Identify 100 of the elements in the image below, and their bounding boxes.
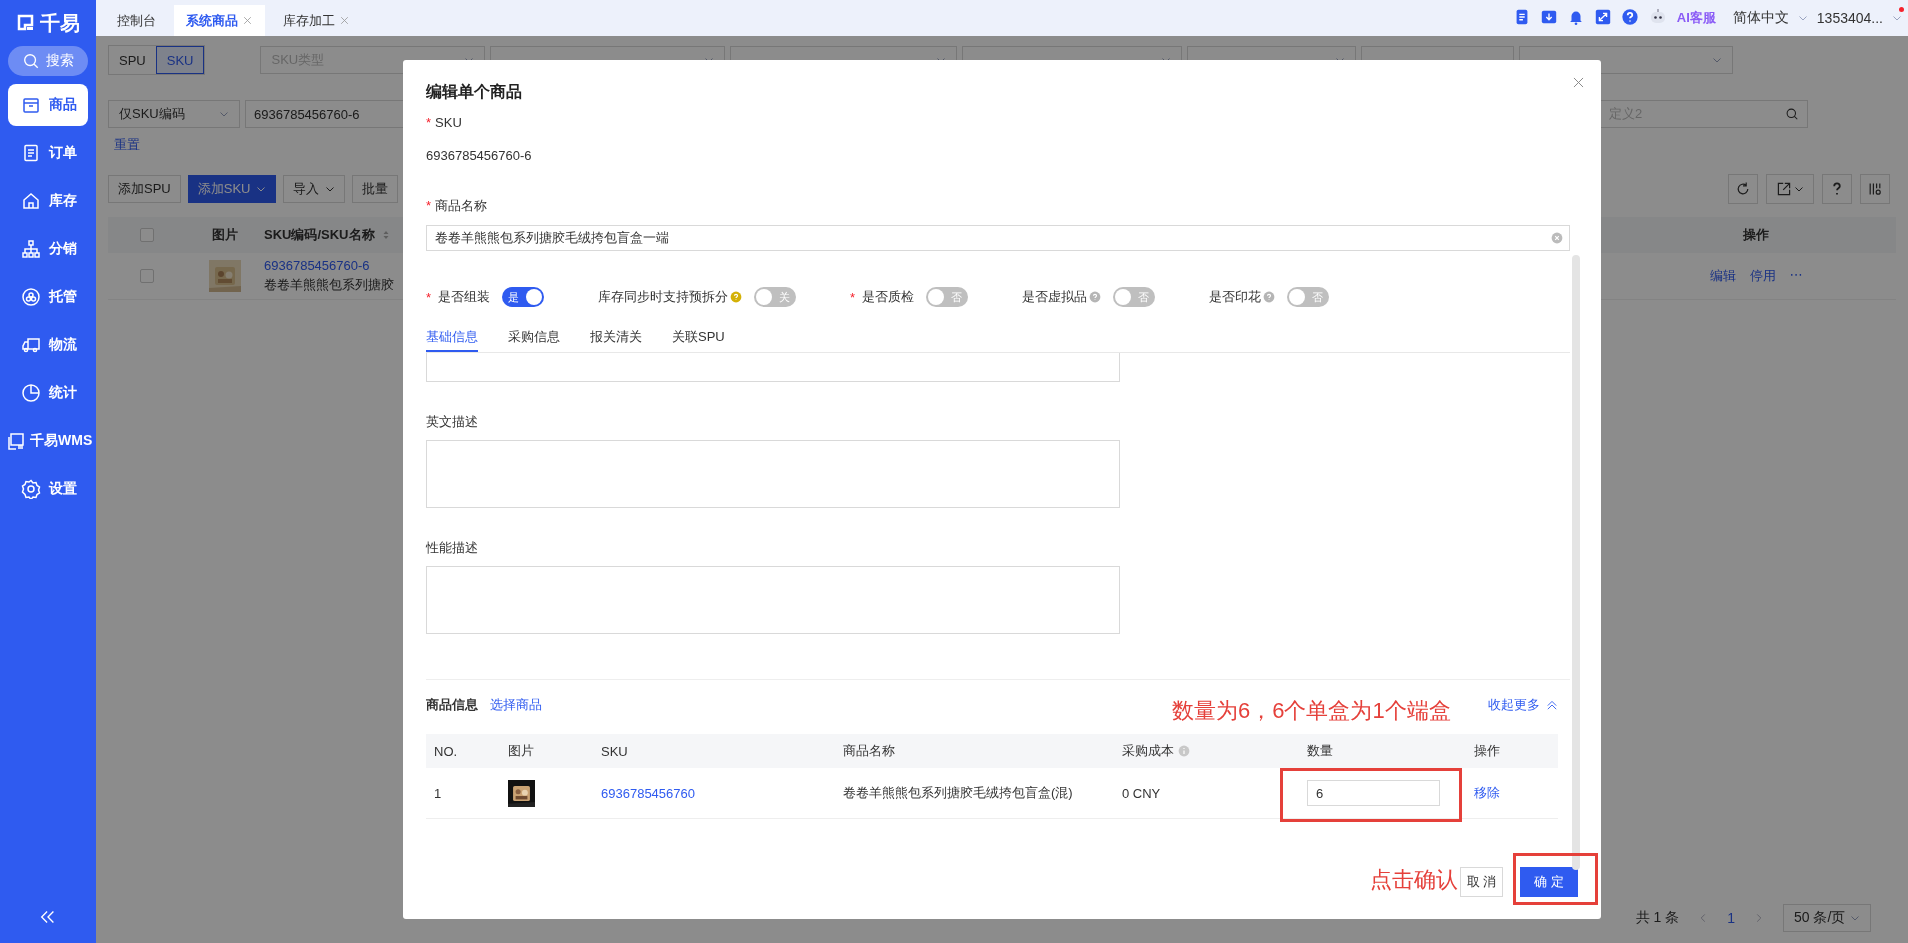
truck-icon: [21, 335, 41, 355]
sidebar-item[interactable]: 设置: [8, 468, 88, 510]
toolbar-button[interactable]: 添加SPU: [108, 175, 181, 203]
brand-name: 千易: [40, 10, 80, 36]
page-tab[interactable]: 系统商品: [174, 5, 265, 36]
page-tab[interactable]: 库存加工: [271, 5, 362, 36]
logo-icon: [16, 13, 36, 33]
page-tab[interactable]: 控制台: [105, 5, 168, 36]
search-icon: [22, 52, 40, 70]
refresh-button[interactable]: [1728, 174, 1758, 204]
sidebar-item[interactable]: 订单: [8, 132, 88, 174]
toolbar-button[interactable]: 批量: [352, 175, 399, 203]
close-icon: [1572, 76, 1585, 89]
refresh-icon: [1735, 181, 1751, 197]
account-name[interactable]: 1353404...: [1816, 10, 1883, 26]
clear-icon: [1551, 232, 1563, 244]
search-button[interactable]: 搜索: [8, 46, 88, 76]
cluster-icon: [21, 287, 41, 307]
expand-icon: [1593, 7, 1612, 26]
export-button[interactable]: [1766, 174, 1814, 204]
table-cell-text: 卷卷羊熊熊包系列搪胶毛绒挎包盲盒(混): [842, 784, 1074, 802]
switch-label: 是否印花: [1209, 288, 1262, 306]
name-input[interactable]: 卷卷羊熊熊包系列搪胶毛绒挎包盲盒一端: [426, 225, 1570, 251]
required-mark: *: [426, 289, 432, 305]
field-label: 英文描述: [426, 413, 479, 431]
form-tab[interactable]: 关联SPU: [672, 324, 725, 352]
house-icon: [21, 191, 41, 211]
language-selector[interactable]: 简体中文: [1732, 9, 1789, 27]
caret-icon: [1892, 13, 1902, 23]
checkbox[interactable]: [140, 269, 154, 283]
caret-icon: [256, 184, 267, 194]
text-area[interactable]: [426, 566, 1120, 634]
toolbar-button[interactable]: 添加SKU: [187, 175, 277, 203]
sidebar-item[interactable]: 千易WMS: [2, 420, 94, 462]
quantity-input[interactable]: 6: [1307, 780, 1440, 806]
action-link[interactable]: 编辑: [1709, 267, 1736, 285]
column-header: 数量: [1306, 742, 1334, 760]
action-link[interactable]: ⋯: [1789, 267, 1803, 285]
form-tab[interactable]: 报关清关: [590, 324, 642, 352]
close-icon: [242, 15, 253, 26]
reset-link[interactable]: 重置: [114, 136, 140, 154]
toolbar-button[interactable]: 导入: [283, 175, 346, 203]
text-area[interactable]: [426, 440, 1120, 508]
view-toggle[interactable]: SKU: [155, 46, 205, 74]
columns-icon: [1867, 181, 1883, 197]
sidebar-item[interactable]: 分销: [8, 228, 88, 270]
dialog-title: 编辑单个商品: [426, 82, 523, 102]
required-mark: *: [426, 198, 432, 213]
column-header: SKU: [600, 743, 629, 759]
confirm-button[interactable]: 确 定: [1520, 867, 1578, 897]
sidebar-item[interactable]: 商品: [8, 84, 88, 126]
caret-icon: [1797, 13, 1808, 23]
collapse-link[interactable]: 收起更多: [1488, 696, 1540, 714]
select-items-link[interactable]: 选择商品: [490, 696, 542, 714]
total-count: 共 1 条: [1635, 909, 1680, 927]
column-header: 图片: [212, 226, 238, 244]
screen-icon: [6, 431, 26, 451]
remove-link[interactable]: 移除: [1466, 784, 1558, 802]
pie-chart-icon: [21, 383, 41, 403]
page-number[interactable]: 1: [1727, 910, 1735, 926]
search-scope-select[interactable]: 仅SKU编码: [108, 100, 240, 128]
cancel-button[interactable]: 取 消: [1459, 867, 1504, 897]
sidebar-item[interactable]: 库存: [8, 180, 88, 222]
sidebar-item[interactable]: 物流: [8, 324, 88, 366]
annotation-text: 点击确认: [1370, 867, 1458, 893]
switch-label: 是否质检: [862, 288, 915, 306]
close-icon: [339, 15, 350, 26]
sku-link[interactable]: 6936785456760: [593, 785, 835, 801]
annotation-text: 数量为6，6个单盒为1个端盒: [1172, 698, 1451, 724]
info-icon: [1178, 745, 1190, 757]
action-link[interactable]: 停用: [1749, 267, 1776, 285]
column-header: 操作: [1473, 742, 1501, 760]
caret-icon: [325, 184, 336, 194]
checkbox[interactable]: [140, 228, 154, 242]
settings-icon: [21, 479, 41, 499]
help-button[interactable]: [1822, 174, 1852, 204]
sidebar-item[interactable]: 统计: [8, 372, 88, 414]
form-tab[interactable]: 基础信息: [426, 324, 478, 352]
table-cell-text: 卷卷羊熊熊包系列搪胶: [264, 276, 395, 294]
column-header: NO.: [433, 743, 459, 759]
text-area[interactable]: [426, 353, 1120, 382]
table-cell-text: 1: [433, 785, 443, 801]
search-icon: [1785, 107, 1799, 121]
section-title: 商品信息: [426, 696, 478, 714]
hierarchy-icon: [21, 239, 41, 259]
sku-value: 6936785456760-6: [426, 147, 533, 165]
page-size-select[interactable]: 50 条/页: [1783, 904, 1871, 932]
column-header: 采购成本: [1122, 742, 1174, 760]
assistant-link[interactable]: AI客服: [1676, 9, 1716, 27]
column-header: SKU编码/SKU名称: [264, 226, 375, 244]
caret-icon: [1794, 184, 1804, 194]
required-mark: *: [850, 289, 856, 305]
switch-label: 是否虚拟品: [1022, 288, 1088, 306]
chevron-up-icon: [1546, 699, 1558, 711]
scrollbar[interactable]: [1572, 255, 1580, 870]
form-tab[interactable]: 采购信息: [508, 324, 560, 352]
required-mark: *: [426, 115, 432, 130]
toggle-switch[interactable]: 是: [502, 287, 545, 307]
columns-button[interactable]: [1860, 174, 1890, 204]
sidebar-item[interactable]: 托管: [8, 276, 88, 318]
